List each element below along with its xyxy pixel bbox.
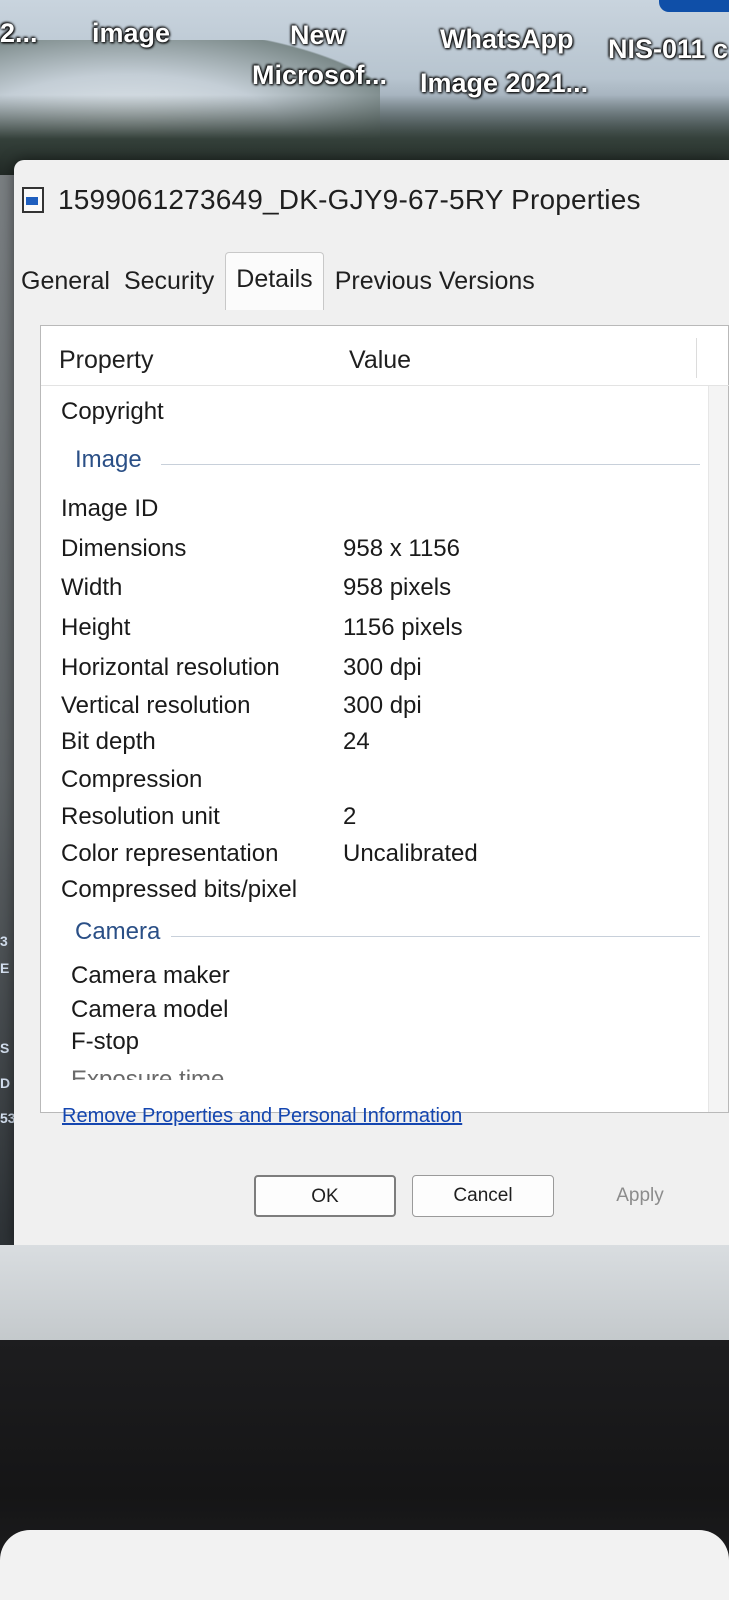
tab-previous-versions[interactable]: Previous Versions: [328, 255, 542, 310]
property-name: Resolution unit: [61, 803, 220, 830]
property-value: 2: [343, 803, 357, 830]
list-item[interactable]: Width 958 pixels: [41, 570, 729, 608]
property-name: Width: [61, 574, 123, 601]
property-name: Dimensions: [61, 535, 187, 562]
column-header-property[interactable]: Property: [59, 346, 153, 375]
desktop-icon-label[interactable]: 2...: [0, 18, 38, 48]
property-name: Camera model: [71, 996, 229, 1023]
desktop-icon-label[interactable]: Image 2021...: [420, 68, 588, 98]
property-name: Color representation: [61, 840, 279, 867]
list-item[interactable]: Image ID: [41, 491, 729, 529]
list-item[interactable]: Horizontal resolution 300 dpi: [41, 650, 729, 688]
property-name: F-stop: [71, 1028, 140, 1055]
edge-mark: D: [0, 1075, 11, 1091]
desktop-icon-label[interactable]: image: [92, 18, 170, 48]
group-label: Camera: [75, 918, 161, 945]
details-list: Property Value Copyright Image Image ID …: [40, 325, 729, 1113]
property-name: Horizontal resolution: [61, 654, 280, 681]
list-item[interactable]: Dimensions 958 x 1156: [41, 531, 729, 569]
desktop-icon-label[interactable]: NIS-011 c: [608, 34, 728, 64]
group-header-image: Image: [41, 444, 729, 480]
title-bar[interactable]: 1599061273649_DK-GJY9-67-5RY Properties: [14, 160, 729, 240]
property-value: Uncalibrated: [343, 840, 478, 867]
desktop-icon-label[interactable]: New: [290, 20, 346, 50]
column-separator[interactable]: [696, 338, 697, 378]
list-item[interactable]: Color representation Uncalibrated: [41, 836, 729, 874]
property-value: 300 dpi: [343, 692, 422, 719]
group-divider: [171, 936, 700, 937]
list-item[interactable]: Copyright: [41, 394, 729, 432]
tab-strip: General Security Details Previous Versio…: [14, 250, 729, 310]
property-name: Exposure time: [71, 1066, 225, 1080]
remove-properties-link[interactable]: Remove Properties and Personal Informati…: [62, 1105, 462, 1128]
desktop-wallpaper: 2... image New Microsof... WhatsApp Imag…: [0, 0, 729, 175]
tab-general[interactable]: General: [14, 255, 117, 310]
cancel-button[interactable]: Cancel: [412, 1175, 554, 1217]
group-label: Image: [75, 446, 142, 473]
edge-mark: 3: [0, 933, 8, 949]
desktop-icon-label[interactable]: WhatsApp: [440, 24, 573, 54]
monitor-bezel: [0, 1340, 729, 1600]
property-name: Copyright: [61, 398, 164, 425]
group-divider: [161, 464, 700, 465]
property-value: 24: [343, 728, 370, 755]
property-value: 958 x 1156: [343, 535, 460, 562]
list-item[interactable]: Bit depth 24: [41, 724, 729, 762]
tab-security[interactable]: Security: [117, 255, 221, 310]
list-item[interactable]: Compression: [41, 762, 729, 800]
list-item[interactable]: F-stop: [41, 1024, 729, 1062]
vertical-scrollbar[interactable]: [708, 386, 728, 1112]
property-name: Height: [61, 614, 131, 641]
list-item[interactable]: Vertical resolution 300 dpi: [41, 688, 729, 726]
tab-details[interactable]: Details: [225, 252, 324, 310]
ok-button[interactable]: OK: [254, 1175, 396, 1217]
list-header: Property Value: [41, 326, 729, 386]
edge-mark: S: [0, 1040, 10, 1056]
property-value: 958 pixels: [343, 574, 452, 601]
taskbar-corner: [659, 0, 729, 12]
window-title: 1599061273649_DK-GJY9-67-5RY Properties: [58, 184, 641, 215]
desktop-below-dialog: [0, 1245, 729, 1340]
property-name: Vertical resolution: [61, 692, 251, 719]
property-name: Camera maker: [71, 962, 230, 989]
desk-surface: [0, 1530, 729, 1600]
property-value: 300 dpi: [343, 654, 422, 681]
group-header-camera: Camera: [41, 916, 729, 952]
property-name: Bit depth: [61, 728, 156, 755]
property-name: Compressed bits/pixel: [61, 876, 298, 903]
list-item[interactable]: Compressed bits/pixel: [41, 872, 729, 910]
image-file-icon: [22, 187, 44, 213]
list-item[interactable]: Exposure time: [41, 1058, 729, 1080]
property-value: 1156 pixels: [343, 614, 463, 641]
desktop-icon-label[interactable]: Microsof...: [252, 60, 387, 90]
list-item[interactable]: Height 1156 pixels: [41, 610, 729, 648]
column-header-value[interactable]: Value: [349, 346, 411, 375]
list-item[interactable]: Camera maker: [41, 958, 729, 996]
property-name: Image ID: [61, 495, 159, 522]
edge-mark: E: [0, 960, 10, 976]
apply-button[interactable]: Apply: [569, 1175, 711, 1217]
property-name: Compression: [61, 766, 203, 793]
list-item[interactable]: Resolution unit 2: [41, 799, 729, 837]
properties-dialog: 1599061273649_DK-GJY9-67-5RY Properties …: [14, 160, 729, 1245]
